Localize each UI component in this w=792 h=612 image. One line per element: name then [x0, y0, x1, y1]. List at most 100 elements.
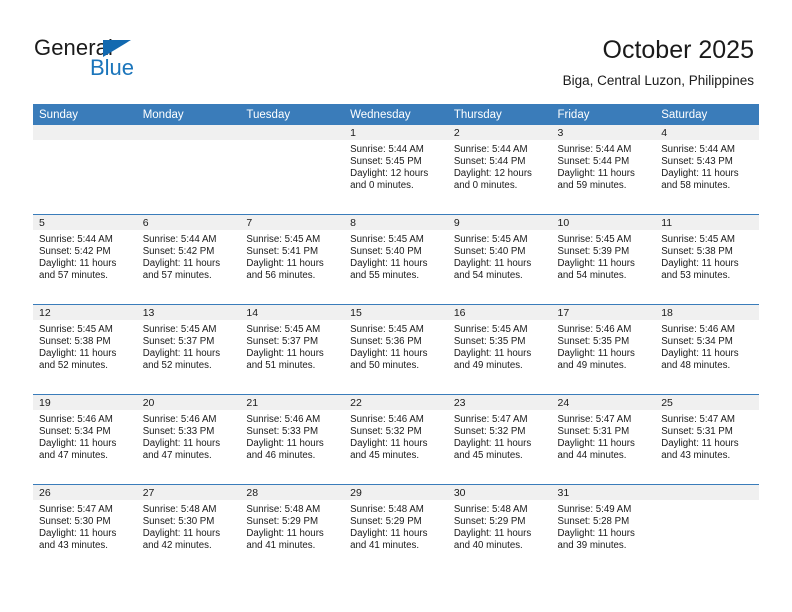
sunset-text: Sunset: 5:42 PM — [39, 246, 111, 258]
sunset-text: Sunset: 5:38 PM — [661, 246, 733, 258]
calendar-day-cell[interactable]: 8 Sunrise: 5:45 AM Sunset: 5:40 PM Dayli… — [344, 214, 448, 305]
calendar-day-cell[interactable]: 11 Sunrise: 5:45 AM Sunset: 5:38 PM Dayl… — [655, 214, 759, 305]
calendar-day-cell[interactable]: 25 Sunrise: 5:47 AM Sunset: 5:31 PM Dayl… — [655, 394, 759, 485]
day-info: Sunrise: 5:44 AM Sunset: 5:43 PM Dayligh… — [655, 140, 759, 192]
calendar-page: General Blue October 2025 Biga, Central … — [0, 0, 792, 612]
sunrise-text: Sunrise: 5:44 AM — [350, 144, 424, 155]
calendar-day-cell[interactable]: 28 Sunrise: 5:48 AM Sunset: 5:29 PM Dayl… — [240, 484, 345, 574]
calendar-day-cell[interactable] — [136, 125, 241, 215]
calendar-day-cell[interactable]: 23 Sunrise: 5:47 AM Sunset: 5:32 PM Dayl… — [447, 394, 552, 485]
weekday-header-tuesday: Tuesday — [240, 104, 345, 125]
day-number: 5 — [33, 215, 137, 230]
calendar-day-cell[interactable]: 31 Sunrise: 5:49 AM Sunset: 5:28 PM Dayl… — [551, 484, 656, 574]
day-number: 3 — [551, 125, 656, 140]
sunrise-text: Sunrise: 5:48 AM — [350, 504, 424, 515]
day-cell-content: 22 Sunrise: 5:46 AM Sunset: 5:32 PM Dayl… — [344, 395, 448, 484]
daylight-text-line2: and 55 minutes. — [350, 270, 420, 282]
sunrise-text: Sunrise: 5:45 AM — [557, 234, 632, 245]
sunset-text: Sunset: 5:43 PM — [661, 156, 733, 168]
calendar-day-cell[interactable]: 26 Sunrise: 5:47 AM Sunset: 5:30 PM Dayl… — [33, 484, 137, 574]
calendar-day-cell[interactable]: 14 Sunrise: 5:45 AM Sunset: 5:37 PM Dayl… — [240, 304, 345, 395]
calendar-day-cell[interactable]: 13 Sunrise: 5:45 AM Sunset: 5:37 PM Dayl… — [136, 304, 241, 395]
calendar-day-cell[interactable]: 1 Sunrise: 5:44 AM Sunset: 5:45 PM Dayli… — [344, 125, 448, 215]
sunset-text: Sunset: 5:39 PM — [557, 246, 630, 258]
calendar-day-cell[interactable]: 19 Sunrise: 5:46 AM Sunset: 5:34 PM Dayl… — [33, 394, 137, 485]
daylight-text-line1: Daylight: 11 hours — [661, 168, 739, 180]
sunset-text: Sunset: 5:33 PM — [246, 426, 319, 438]
calendar-day-cell[interactable]: 4 Sunrise: 5:44 AM Sunset: 5:43 PM Dayli… — [655, 125, 759, 215]
sunset-text: Sunset: 5:35 PM — [557, 336, 630, 348]
sunrise-text: Sunrise: 5:44 AM — [142, 234, 217, 245]
daylight-text-line1: Daylight: 11 hours — [246, 528, 324, 540]
daylight-text-line2: and 57 minutes. — [39, 270, 108, 282]
calendar-day-cell[interactable]: 24 Sunrise: 5:47 AM Sunset: 5:31 PM Dayl… — [551, 394, 656, 485]
calendar-day-cell[interactable]: 2 Sunrise: 5:44 AM Sunset: 5:44 PM Dayli… — [447, 125, 552, 215]
daylight-text-line1: Daylight: 11 hours — [453, 438, 532, 450]
daylight-text-line1: Daylight: 11 hours — [350, 258, 428, 270]
calendar-day-cell[interactable]: 20 Sunrise: 5:46 AM Sunset: 5:33 PM Dayl… — [136, 394, 241, 485]
sunrise-text: Sunrise: 5:46 AM — [142, 414, 217, 425]
calendar-day-cell[interactable]: 15 Sunrise: 5:45 AM Sunset: 5:36 PM Dayl… — [344, 304, 448, 395]
day-number: 1 — [344, 125, 448, 140]
day-info: Sunrise: 5:48 AM Sunset: 5:29 PM Dayligh… — [240, 500, 344, 552]
sunrise-text: Sunrise: 5:49 AM — [557, 504, 632, 515]
sunset-text: Sunset: 5:36 PM — [350, 336, 422, 348]
day-number: 16 — [447, 305, 552, 320]
daylight-text-line2: and 47 minutes. — [142, 450, 212, 462]
daylight-text-line2: and 49 minutes. — [557, 360, 627, 372]
day-number: 22 — [344, 395, 448, 410]
daylight-text-line1: Daylight: 11 hours — [39, 348, 117, 360]
calendar-day-cell[interactable]: 5 Sunrise: 5:44 AM Sunset: 5:42 PM Dayli… — [33, 214, 137, 305]
calendar-day-cell[interactable]: 10 Sunrise: 5:45 AM Sunset: 5:39 PM Dayl… — [551, 214, 656, 305]
calendar-day-cell[interactable] — [240, 125, 345, 215]
calendar-day-cell[interactable]: 9 Sunrise: 5:45 AM Sunset: 5:40 PM Dayli… — [447, 214, 552, 305]
calendar-day-cell[interactable]: 30 Sunrise: 5:48 AM Sunset: 5:29 PM Dayl… — [447, 484, 552, 574]
sunset-text: Sunset: 5:28 PM — [557, 516, 630, 528]
day-number: 6 — [136, 215, 241, 230]
sunrise-text: Sunrise: 5:44 AM — [453, 144, 528, 155]
daylight-text-line2: and 47 minutes. — [39, 450, 108, 462]
calendar-body: 1 Sunrise: 5:44 AM Sunset: 5:45 PM Dayli… — [33, 125, 759, 574]
daylight-text-line2: and 0 minutes. — [350, 180, 414, 192]
calendar-week-row: 19 Sunrise: 5:46 AM Sunset: 5:34 PM Dayl… — [33, 394, 759, 485]
calendar-day-cell[interactable]: 22 Sunrise: 5:46 AM Sunset: 5:32 PM Dayl… — [344, 394, 448, 485]
sunrise-text: Sunrise: 5:47 AM — [557, 414, 632, 425]
daylight-text-line2: and 53 minutes. — [661, 270, 731, 282]
sunset-text: Sunset: 5:34 PM — [661, 336, 733, 348]
day-cell-content: 17 Sunrise: 5:46 AM Sunset: 5:35 PM Dayl… — [551, 305, 656, 394]
day-info: Sunrise: 5:45 AM Sunset: 5:35 PM Dayligh… — [448, 320, 552, 372]
calendar-day-cell[interactable]: 12 Sunrise: 5:45 AM Sunset: 5:38 PM Dayl… — [33, 304, 137, 395]
sunset-text: Sunset: 5:29 PM — [246, 516, 319, 528]
day-cell-content: 26 Sunrise: 5:47 AM Sunset: 5:30 PM Dayl… — [33, 485, 137, 574]
sunrise-text: Sunrise: 5:45 AM — [661, 234, 735, 245]
calendar-day-cell[interactable]: 7 Sunrise: 5:45 AM Sunset: 5:41 PM Dayli… — [240, 214, 345, 305]
calendar-day-cell[interactable]: 6 Sunrise: 5:44 AM Sunset: 5:42 PM Dayli… — [136, 214, 241, 305]
calendar-day-cell[interactable] — [655, 484, 759, 574]
sunset-text: Sunset: 5:40 PM — [453, 246, 526, 258]
sunset-text: Sunset: 5:38 PM — [39, 336, 111, 348]
daylight-text-line1: Daylight: 11 hours — [453, 348, 532, 360]
sunrise-text: Sunrise: 5:46 AM — [661, 324, 735, 335]
sunset-text: Sunset: 5:41 PM — [246, 246, 319, 258]
daylight-text-line1: Daylight: 11 hours — [246, 348, 324, 360]
calendar-day-cell[interactable]: 21 Sunrise: 5:46 AM Sunset: 5:33 PM Dayl… — [240, 394, 345, 485]
sunset-text: Sunset: 5:42 PM — [142, 246, 215, 258]
daylight-text-line1: Daylight: 12 hours — [350, 168, 429, 180]
sunset-text: Sunset: 5:30 PM — [142, 516, 215, 528]
day-info: Sunrise: 5:45 AM Sunset: 5:40 PM Dayligh… — [448, 230, 552, 282]
day-cell-content: 2 Sunrise: 5:44 AM Sunset: 5:44 PM Dayli… — [447, 125, 552, 214]
calendar-day-cell[interactable]: 3 Sunrise: 5:44 AM Sunset: 5:44 PM Dayli… — [551, 125, 656, 215]
day-info: Sunrise: 5:45 AM Sunset: 5:40 PM Dayligh… — [344, 230, 448, 282]
day-number: 28 — [240, 485, 345, 500]
day-cell-content: 15 Sunrise: 5:45 AM Sunset: 5:36 PM Dayl… — [344, 305, 448, 394]
calendar-day-cell[interactable]: 16 Sunrise: 5:45 AM Sunset: 5:35 PM Dayl… — [447, 304, 552, 395]
calendar-day-cell[interactable]: 18 Sunrise: 5:46 AM Sunset: 5:34 PM Dayl… — [655, 304, 759, 395]
daylight-text-line2: and 56 minutes. — [246, 270, 316, 282]
day-number: 21 — [240, 395, 345, 410]
calendar-day-cell[interactable]: 27 Sunrise: 5:48 AM Sunset: 5:30 PM Dayl… — [136, 484, 241, 574]
calendar-day-cell[interactable] — [33, 125, 137, 215]
sunset-text: Sunset: 5:40 PM — [350, 246, 422, 258]
calendar-day-cell[interactable]: 17 Sunrise: 5:46 AM Sunset: 5:35 PM Dayl… — [551, 304, 656, 395]
day-info: Sunrise: 5:44 AM Sunset: 5:45 PM Dayligh… — [344, 140, 448, 192]
calendar-day-cell[interactable]: 29 Sunrise: 5:48 AM Sunset: 5:29 PM Dayl… — [344, 484, 448, 574]
